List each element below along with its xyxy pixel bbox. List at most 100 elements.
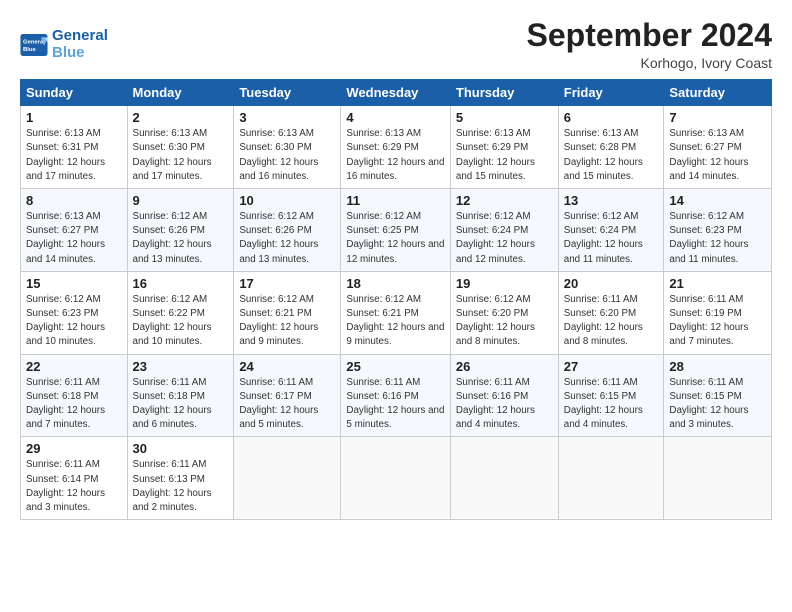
- sunrise-label: Sunrise: 6:11 AM: [564, 377, 638, 388]
- calendar-cell: 14 Sunrise: 6:12 AM Sunset: 6:23 PM Dayl…: [664, 189, 772, 272]
- sunset-label: Sunset: 6:15 PM: [669, 391, 741, 402]
- sunset-label: Sunset: 6:23 PM: [26, 308, 98, 319]
- daylight-label: Daylight: 12 hours and 16 minutes.: [346, 157, 444, 182]
- sunset-label: Sunset: 6:15 PM: [564, 391, 636, 402]
- sunset-label: Sunset: 6:23 PM: [669, 225, 741, 236]
- day-number: 14: [669, 193, 766, 208]
- daylight-label: Daylight: 12 hours and 17 minutes.: [133, 157, 212, 182]
- sunrise-label: Sunrise: 6:12 AM: [26, 294, 101, 305]
- sunrise-label: Sunrise: 6:12 AM: [346, 211, 421, 222]
- sunset-label: Sunset: 6:19 PM: [669, 308, 741, 319]
- day-info: Sunrise: 6:11 AM Sunset: 6:20 PM Dayligh…: [564, 293, 659, 350]
- sunrise-label: Sunrise: 6:11 AM: [669, 294, 743, 305]
- calendar-cell: 29 Sunrise: 6:11 AM Sunset: 6:14 PM Dayl…: [21, 437, 128, 520]
- calendar-cell: 30 Sunrise: 6:11 AM Sunset: 6:13 PM Dayl…: [127, 437, 234, 520]
- day-info: Sunrise: 6:12 AM Sunset: 6:20 PM Dayligh…: [456, 293, 553, 350]
- daylight-label: Daylight: 12 hours and 8 minutes.: [456, 322, 535, 347]
- sunset-label: Sunset: 6:27 PM: [26, 225, 98, 236]
- calendar-cell: 1 Sunrise: 6:13 AM Sunset: 6:31 PM Dayli…: [21, 106, 128, 189]
- sunrise-label: Sunrise: 6:13 AM: [26, 128, 101, 139]
- day-info: Sunrise: 6:12 AM Sunset: 6:24 PM Dayligh…: [564, 210, 659, 267]
- daylight-label: Daylight: 12 hours and 10 minutes.: [26, 322, 105, 347]
- daylight-label: Daylight: 12 hours and 12 minutes.: [346, 239, 444, 264]
- col-wednesday: Wednesday: [341, 80, 450, 106]
- day-info: Sunrise: 6:11 AM Sunset: 6:18 PM Dayligh…: [133, 376, 229, 433]
- day-info: Sunrise: 6:11 AM Sunset: 6:16 PM Dayligh…: [456, 376, 553, 433]
- day-info: Sunrise: 6:11 AM Sunset: 6:13 PM Dayligh…: [133, 458, 229, 515]
- calendar-cell: 16 Sunrise: 6:12 AM Sunset: 6:22 PM Dayl…: [127, 271, 234, 354]
- sunrise-label: Sunrise: 6:11 AM: [346, 377, 420, 388]
- day-info: Sunrise: 6:11 AM Sunset: 6:19 PM Dayligh…: [669, 293, 766, 350]
- calendar-cell: [234, 437, 341, 520]
- calendar-week-row: 22 Sunrise: 6:11 AM Sunset: 6:18 PM Dayl…: [21, 354, 772, 437]
- day-info: Sunrise: 6:11 AM Sunset: 6:18 PM Dayligh…: [26, 376, 122, 433]
- sunrise-label: Sunrise: 6:11 AM: [239, 377, 313, 388]
- sunset-label: Sunset: 6:21 PM: [239, 308, 311, 319]
- day-number: 26: [456, 359, 553, 374]
- day-info: Sunrise: 6:11 AM Sunset: 6:14 PM Dayligh…: [26, 458, 122, 515]
- day-number: 21: [669, 276, 766, 291]
- day-info: Sunrise: 6:11 AM Sunset: 6:17 PM Dayligh…: [239, 376, 335, 433]
- calendar-cell: 18 Sunrise: 6:12 AM Sunset: 6:21 PM Dayl…: [341, 271, 450, 354]
- day-info: Sunrise: 6:12 AM Sunset: 6:21 PM Dayligh…: [346, 293, 444, 350]
- calendar-cell: 23 Sunrise: 6:11 AM Sunset: 6:18 PM Dayl…: [127, 354, 234, 437]
- daylight-label: Daylight: 12 hours and 15 minutes.: [456, 157, 535, 182]
- calendar-cell: 19 Sunrise: 6:12 AM Sunset: 6:20 PM Dayl…: [450, 271, 558, 354]
- sunrise-label: Sunrise: 6:13 AM: [26, 211, 101, 222]
- day-info: Sunrise: 6:13 AM Sunset: 6:27 PM Dayligh…: [26, 210, 122, 267]
- sunrise-label: Sunrise: 6:13 AM: [669, 128, 744, 139]
- sunrise-label: Sunrise: 6:12 AM: [564, 211, 639, 222]
- col-tuesday: Tuesday: [234, 80, 341, 106]
- daylight-label: Daylight: 12 hours and 14 minutes.: [669, 157, 748, 182]
- daylight-label: Daylight: 12 hours and 2 minutes.: [133, 488, 212, 513]
- sunrise-label: Sunrise: 6:11 AM: [133, 459, 207, 470]
- day-number: 22: [26, 359, 122, 374]
- svg-text:Blue: Blue: [23, 47, 37, 53]
- day-info: Sunrise: 6:13 AM Sunset: 6:30 PM Dayligh…: [133, 127, 229, 184]
- calendar-cell: 26 Sunrise: 6:11 AM Sunset: 6:16 PM Dayl…: [450, 354, 558, 437]
- calendar-cell: 20 Sunrise: 6:11 AM Sunset: 6:20 PM Dayl…: [558, 271, 664, 354]
- day-number: 7: [669, 110, 766, 125]
- day-number: 18: [346, 276, 444, 291]
- sunrise-label: Sunrise: 6:11 AM: [26, 377, 100, 388]
- title-block: September 2024 Korhogo, Ivory Coast: [527, 18, 772, 71]
- day-info: Sunrise: 6:13 AM Sunset: 6:31 PM Dayligh…: [26, 127, 122, 184]
- sunrise-label: Sunrise: 6:12 AM: [239, 211, 314, 222]
- calendar-cell: [558, 437, 664, 520]
- sunset-label: Sunset: 6:20 PM: [456, 308, 528, 319]
- col-sunday: Sunday: [21, 80, 128, 106]
- day-number: 9: [133, 193, 229, 208]
- day-info: Sunrise: 6:13 AM Sunset: 6:29 PM Dayligh…: [346, 127, 444, 184]
- calendar-cell: 2 Sunrise: 6:13 AM Sunset: 6:30 PM Dayli…: [127, 106, 234, 189]
- calendar-cell: [341, 437, 450, 520]
- sunset-label: Sunset: 6:26 PM: [133, 225, 205, 236]
- day-number: 5: [456, 110, 553, 125]
- col-thursday: Thursday: [450, 80, 558, 106]
- daylight-label: Daylight: 12 hours and 12 minutes.: [456, 239, 535, 264]
- col-monday: Monday: [127, 80, 234, 106]
- day-info: Sunrise: 6:13 AM Sunset: 6:29 PM Dayligh…: [456, 127, 553, 184]
- day-info: Sunrise: 6:11 AM Sunset: 6:16 PM Dayligh…: [346, 376, 444, 433]
- calendar-cell: 11 Sunrise: 6:12 AM Sunset: 6:25 PM Dayl…: [341, 189, 450, 272]
- sunrise-label: Sunrise: 6:11 AM: [26, 459, 100, 470]
- sunset-label: Sunset: 6:22 PM: [133, 308, 205, 319]
- calendar-cell: 27 Sunrise: 6:11 AM Sunset: 6:15 PM Dayl…: [558, 354, 664, 437]
- sunset-label: Sunset: 6:29 PM: [456, 142, 528, 153]
- sunrise-label: Sunrise: 6:13 AM: [239, 128, 314, 139]
- calendar-cell: [664, 437, 772, 520]
- sunrise-label: Sunrise: 6:12 AM: [346, 294, 421, 305]
- day-number: 8: [26, 193, 122, 208]
- calendar-cell: 17 Sunrise: 6:12 AM Sunset: 6:21 PM Dayl…: [234, 271, 341, 354]
- day-number: 17: [239, 276, 335, 291]
- sunrise-label: Sunrise: 6:12 AM: [133, 294, 208, 305]
- day-number: 13: [564, 193, 659, 208]
- sunset-label: Sunset: 6:29 PM: [346, 142, 418, 153]
- daylight-label: Daylight: 12 hours and 5 minutes.: [346, 405, 444, 430]
- daylight-label: Daylight: 12 hours and 4 minutes.: [564, 405, 643, 430]
- day-info: Sunrise: 6:12 AM Sunset: 6:22 PM Dayligh…: [133, 293, 229, 350]
- daylight-label: Daylight: 12 hours and 3 minutes.: [26, 488, 105, 513]
- calendar-cell: 6 Sunrise: 6:13 AM Sunset: 6:28 PM Dayli…: [558, 106, 664, 189]
- calendar-cell: 15 Sunrise: 6:12 AM Sunset: 6:23 PM Dayl…: [21, 271, 128, 354]
- day-number: 1: [26, 110, 122, 125]
- day-info: Sunrise: 6:13 AM Sunset: 6:27 PM Dayligh…: [669, 127, 766, 184]
